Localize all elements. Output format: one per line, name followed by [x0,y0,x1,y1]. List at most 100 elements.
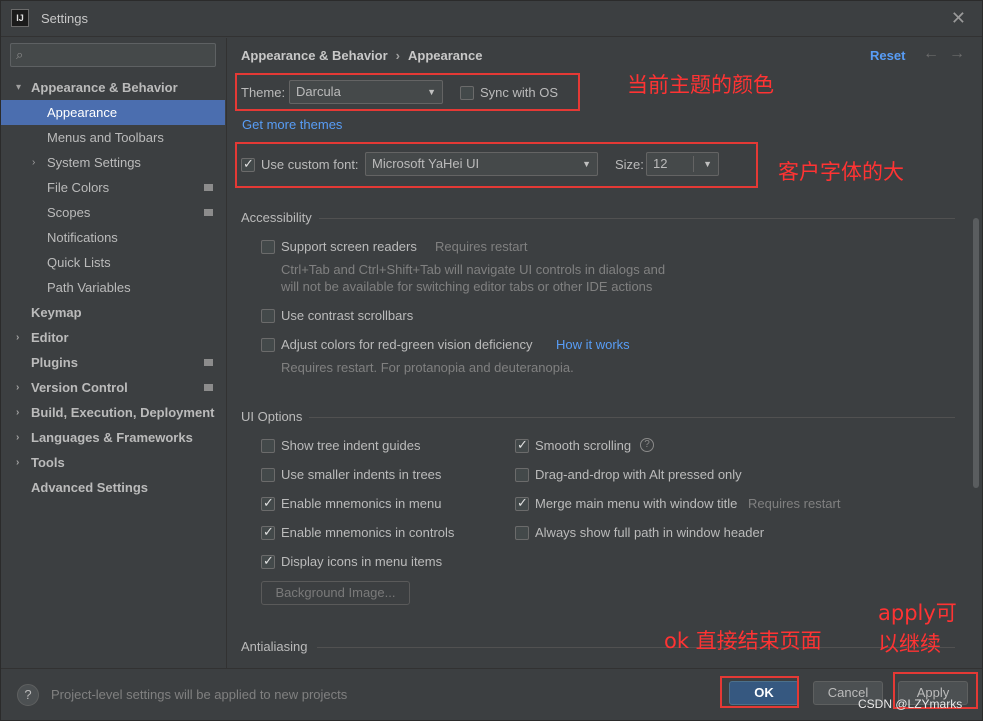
breadcrumb-parent[interactable]: Appearance & Behavior [241,48,388,63]
get-more-themes-link[interactable]: Get more themes [242,117,342,132]
chevron-right-icon[interactable]: › [32,150,35,175]
sidebar-item-label: Path Variables [47,280,131,295]
sidebar-item-file-colors[interactable]: File Colors [1,175,225,200]
sidebar-item-build-execution-deployment[interactable]: › Build, Execution, Deployment [1,400,225,425]
always-show-full-path-in-window-header-checkbox[interactable] [515,526,529,540]
sidebar-item-advanced-settings[interactable]: Advanced Settings [1,475,225,500]
sidebar-item-label: Plugins [31,355,78,370]
enable-mnemonics-in-menu-checkbox[interactable] [261,495,275,511]
dialog-footer: ? Project-level settings will be applied… [1,668,982,720]
theme-highlight-box [235,73,580,111]
search-icon: ⌕ [16,47,24,62]
reset-button[interactable]: Reset [870,48,905,63]
section-divider [309,417,955,418]
sidebar-item-quick-lists[interactable]: Quick Lists [1,250,225,275]
sidebar-item-label: Version Control [31,380,128,395]
section-divider [319,218,955,219]
settings-tree: ▾ Appearance & Behavior Appearance Menus an… [1,75,225,500]
chevron-down-icon[interactable]: ▾ [16,75,21,100]
sidebar-item-languages-frameworks[interactable]: › Languages & Frameworks [1,425,225,450]
screen-readers-checkbox[interactable] [261,240,275,254]
chevron-right-icon[interactable]: › [16,325,19,350]
contrast-scrollbars-checkbox[interactable] [261,309,275,323]
how-it-works-link[interactable]: How it works [556,337,630,352]
sidebar-item-menus-and-toolbars[interactable]: Menus and Toolbars [1,125,225,150]
merge-menu-hint: Requires restart [748,496,841,511]
color-deficiency-hint: Requires restart. For protanopia and deu… [281,360,574,375]
sidebar-item-label: Quick Lists [47,255,111,270]
ui-options-section-title: UI Options [241,409,303,424]
use-smaller-indents-in-trees-checkbox[interactable] [261,468,275,482]
project-level-icon [204,384,213,391]
help-icon[interactable]: ? [640,438,654,452]
watermark: CSDN @LZYmarks [858,697,963,711]
smooth-scrolling-label: Smooth scrolling [535,438,632,453]
screen-readers-description-2: will not be available for switching edit… [281,279,653,294]
ok-highlight-box [720,676,799,708]
forward-arrow-icon[interactable]: → [949,45,965,63]
sidebar-item-system-settings[interactable]: › System Settings [1,150,225,175]
close-icon[interactable]: ✕ [951,8,966,29]
footer-info-text: Project-level settings will be applied t… [51,687,348,702]
back-arrow-icon[interactable]: ← [923,45,939,63]
title-bar: IJ Settings ✕ [1,1,982,37]
sidebar-item-path-variables[interactable]: Path Variables [1,275,225,300]
section-divider [317,647,955,648]
search-input[interactable] [35,46,213,64]
color-deficiency-checkbox[interactable] [261,338,275,352]
always-show-full-path-in-window-header-label: Always show full path in window header [535,525,765,540]
sidebar-item-label: System Settings [47,155,141,170]
antialiasing-section-title: Antialiasing [241,639,308,654]
sidebar-item-version-control[interactable]: › Version Control [1,375,225,400]
search-box[interactable]: ⌕ [10,43,216,67]
sidebar-item-label: Tools [31,455,65,470]
sidebar-item-label: Editor [31,330,69,345]
screen-readers-label: Support screen readers [281,239,417,254]
drag-and-drop-with-alt-pressed-only-checkbox[interactable] [515,468,529,482]
sidebar-item-label: Scopes [47,205,91,220]
smooth-scrolling-checkbox[interactable] [515,437,529,453]
sidebar-item-label: Appearance [47,105,118,120]
sidebar-item-appearance[interactable]: Appearance [1,100,225,125]
chevron-right-icon[interactable]: › [16,375,19,400]
font-annotation: 客户字体的大 [778,160,904,184]
display-icons-in-menu-items-checkbox[interactable] [261,553,275,569]
sidebar-item-label: File Colors [47,180,110,195]
chevron-right-icon[interactable]: › [16,400,19,425]
sidebar-item-notifications[interactable]: Notifications [1,225,225,250]
chevron-right-icon[interactable]: › [16,450,19,475]
sidebar-item-editor[interactable]: › Editor [1,325,225,350]
background-image-button[interactable]: Background Image... [261,581,410,605]
sidebar-item-keymap[interactable]: Keymap [1,300,225,325]
sidebar-item-plugins[interactable]: Plugins [1,350,225,375]
sidebar-item-tools[interactable]: › Tools [1,450,225,475]
color-deficiency-label: Adjust colors for red-green vision defic… [281,337,533,352]
sidebar-item-label: Appearance & Behavior [31,80,178,95]
use-smaller-indents-in-trees-label: Use smaller indents in trees [281,467,442,482]
ok-annotation: ok 直接结束页面 [664,629,822,653]
intellij-app-icon: IJ [11,9,29,27]
merge-main-menu-with-window-title-label: Merge main menu with window title [535,496,738,511]
project-level-icon [204,359,213,366]
project-level-icon [204,209,213,216]
chevron-right-icon[interactable]: › [16,425,19,450]
merge-main-menu-with-window-title-checkbox[interactable] [515,495,529,511]
breadcrumb: Appearance & Behavior › Appearance [241,48,482,63]
display-icons-in-menu-items-label: Display icons in menu items [281,554,443,569]
font-highlight-box [235,142,758,188]
apply-annotation-line-1: apply可 [878,601,957,625]
sidebar-item-label: Menus and Toolbars [47,130,164,145]
help-icon[interactable]: ? [17,684,39,706]
sidebar-item-appearance-behavior[interactable]: ▾ Appearance & Behavior [1,75,225,100]
vertical-scrollbar[interactable] [973,218,979,488]
project-level-icon [204,184,213,191]
sidebar-item-scopes[interactable]: Scopes [1,200,225,225]
enable-mnemonics-in-controls-checkbox[interactable] [261,524,275,540]
sidebar-item-label: Languages & Frameworks [31,430,193,445]
breadcrumb-separator: › [395,48,401,63]
contrast-scrollbars-label: Use contrast scrollbars [281,308,414,323]
show-tree-indent-guides-checkbox[interactable] [261,439,275,453]
accessibility-section-title: Accessibility [241,210,312,225]
sidebar-item-label: Build, Execution, Deployment [31,405,215,420]
apply-annotation-line-2: 以继续 [878,632,941,656]
